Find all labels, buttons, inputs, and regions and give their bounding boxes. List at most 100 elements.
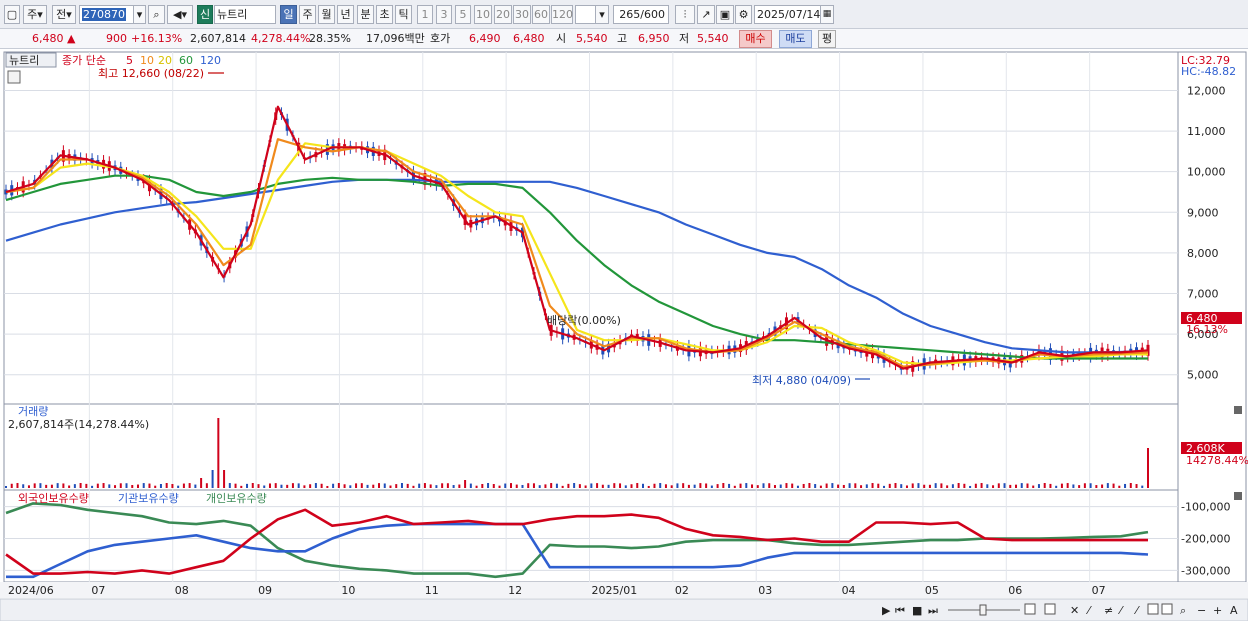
volume-bar xyxy=(946,485,949,488)
interval-1-button[interactable]: 1 xyxy=(417,5,433,24)
count-field[interactable]: 265/600 xyxy=(613,5,669,24)
zoom-slider-handle[interactable] xyxy=(979,604,987,616)
fast-forward-icon[interactable]: ⏭ xyxy=(928,604,938,617)
table-icon[interactable] xyxy=(7,70,21,84)
play-icon[interactable]: ▶ xyxy=(882,604,891,617)
volume-bar xyxy=(303,485,306,488)
volume-bar xyxy=(102,483,105,488)
volume-bar xyxy=(716,484,719,488)
search-icon[interactable]: ⌕ xyxy=(148,5,165,24)
holdings-tick-label: -100,000 xyxy=(1181,501,1230,514)
zoom-icon[interactable]: ⌕ xyxy=(1180,604,1186,617)
copy-icon[interactable] xyxy=(1147,603,1159,615)
volume-bar xyxy=(389,485,392,488)
volume-bar xyxy=(119,483,122,488)
volume-value: 2,607,814 xyxy=(190,32,246,45)
volume-bar xyxy=(624,485,627,488)
speaker-icon[interactable]: ◀▾ xyxy=(167,5,193,24)
volume-bar xyxy=(997,483,1000,488)
save-icon[interactable]: ▣ xyxy=(716,5,734,24)
volume-bar xyxy=(510,483,513,488)
period-tick-button[interactable]: 틱 xyxy=(395,5,412,24)
stock-name-field[interactable]: 뉴트리 xyxy=(214,5,276,24)
period-month-button[interactable]: 월 xyxy=(318,5,335,24)
period-week-button[interactable]: 주 xyxy=(299,5,316,24)
period-minute-button[interactable]: 분 xyxy=(357,5,374,24)
market-label: 전 xyxy=(56,8,67,21)
calendar-icon[interactable]: ▦ xyxy=(820,5,834,24)
layout-icon[interactable] xyxy=(1024,603,1036,615)
high-annotation: 최고 12,660 (08/22) xyxy=(98,67,204,80)
volume-bar xyxy=(1032,485,1035,488)
gear-icon[interactable]: ⚙ xyxy=(735,5,752,24)
count-value: 265 xyxy=(619,8,641,21)
item-type-select[interactable]: 주▾ xyxy=(23,5,47,24)
volume-bar xyxy=(515,484,518,488)
market-select[interactable]: 전▾ xyxy=(52,5,76,24)
period-day-button[interactable]: 일 xyxy=(280,5,297,24)
volume-bar xyxy=(951,484,954,488)
fast-back-icon[interactable]: ⏮ xyxy=(895,604,905,617)
legend-ma5: 5 xyxy=(126,54,133,67)
volume-bar xyxy=(125,483,128,488)
volume-bar xyxy=(911,483,914,488)
split-icon[interactable] xyxy=(1044,603,1056,615)
stop-icon[interactable]: ■ xyxy=(912,604,922,617)
volume-bar xyxy=(406,483,409,488)
code-input[interactable]: 270870 xyxy=(79,5,135,24)
code-dropdown-icon[interactable]: ▾ xyxy=(133,5,146,24)
volume-bar xyxy=(240,485,243,488)
print-icon[interactable] xyxy=(1161,603,1173,615)
holdings-panel-close-icon[interactable] xyxy=(1234,492,1242,500)
plus-icon[interactable]: + xyxy=(1213,604,1222,617)
interval-20-button[interactable]: 20 xyxy=(494,5,512,24)
holdings-tick-label: -300,000 xyxy=(1181,564,1230,577)
volume-bar xyxy=(992,485,995,488)
fib-icon[interactable]: ≠ xyxy=(1104,604,1113,617)
interval-10-button[interactable]: 10 xyxy=(474,5,492,24)
volume-bar xyxy=(188,483,191,488)
buy-button[interactable]: 매수 xyxy=(739,30,772,48)
volume-bar xyxy=(223,470,226,488)
volume-bar xyxy=(355,483,358,488)
evaluation-button[interactable]: 평 xyxy=(818,30,836,48)
chart-area[interactable]: 12,00011,00010,0009,0008,0007,0006,0005,… xyxy=(0,50,1248,621)
period-year-button[interactable]: 년 xyxy=(337,5,354,24)
volume-label: 2,607,814주(14,278.44%) xyxy=(8,418,149,431)
volume-bar xyxy=(291,483,294,488)
volume-bar xyxy=(814,484,817,488)
volume-bar xyxy=(177,485,180,488)
interval-5-button[interactable]: 5 xyxy=(455,5,471,24)
interval-dropdown-icon[interactable]: ▾ xyxy=(595,5,609,24)
minus-icon[interactable]: − xyxy=(1197,604,1206,617)
volume-bar xyxy=(659,483,662,488)
trade-amount: 17,096백만 xyxy=(366,32,425,45)
window-icon[interactable]: ▢ xyxy=(4,5,20,24)
volume-bar xyxy=(1124,483,1127,488)
interval-60-button[interactable]: 60 xyxy=(532,5,550,24)
volume-bar xyxy=(1043,483,1046,488)
interval-30-button[interactable]: 30 xyxy=(513,5,531,24)
text-A-icon[interactable]: A xyxy=(1230,604,1238,617)
volume-bar xyxy=(332,483,335,488)
ask-label: 호가 xyxy=(430,32,451,45)
volume-bar xyxy=(596,483,599,488)
code-value: 270870 xyxy=(82,8,126,21)
sell-button[interactable]: 매도 xyxy=(779,30,812,48)
volume-panel-close-icon[interactable] xyxy=(1234,406,1242,414)
low-price: 5,540 xyxy=(697,32,729,45)
period-second-button[interactable]: 초 xyxy=(376,5,393,24)
interval-120-button[interactable]: 120 xyxy=(551,5,573,24)
price-change-pct: +16.13% xyxy=(131,32,183,45)
volume-bar xyxy=(894,483,897,488)
interval-3-button[interactable]: 3 xyxy=(436,5,452,24)
price-tick-label: 7,000 xyxy=(1187,287,1219,300)
count-total: /600 xyxy=(640,8,665,21)
crosshair-icon[interactable]: ✕ xyxy=(1070,604,1079,617)
volume-bar xyxy=(257,484,260,488)
draw-tool-icon[interactable]: ↗ xyxy=(697,5,715,24)
legend-individual: 개인보유수량 xyxy=(206,492,267,505)
price-tick-label: 11,000 xyxy=(1187,125,1226,138)
candle-type-icon[interactable]: ⫶ xyxy=(675,5,695,24)
volume-bar xyxy=(268,483,271,488)
